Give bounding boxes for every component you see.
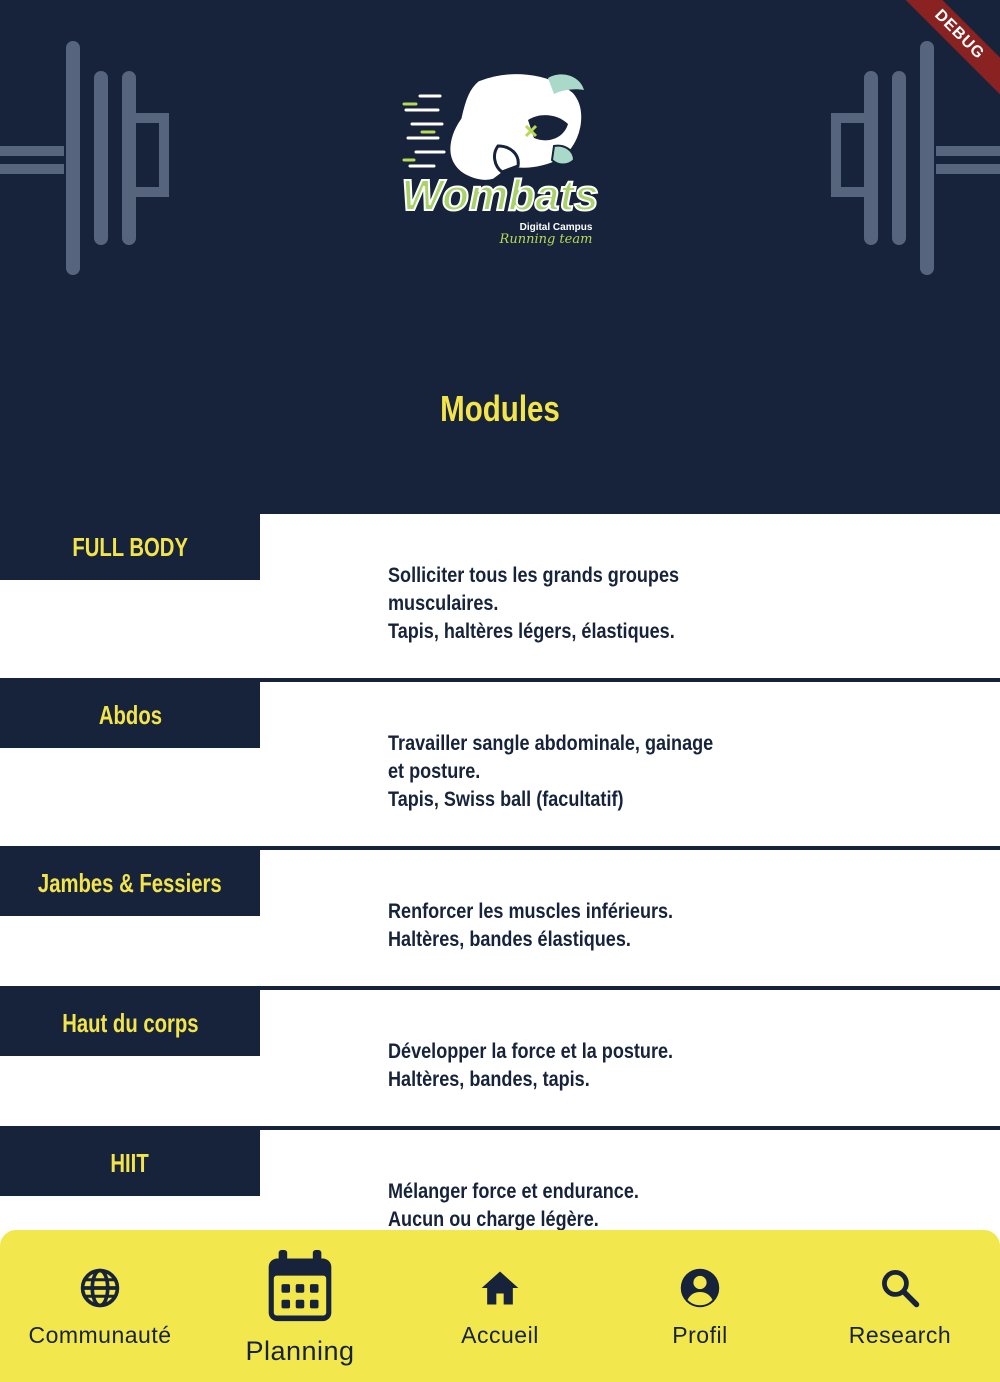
calendar-icon xyxy=(268,1250,332,1322)
bottom-navigation-bar: Communauté Planning Accueil Profil Resea… xyxy=(0,1230,1000,1382)
account-circle-icon xyxy=(680,1268,720,1308)
nav-item-planning[interactable]: Planning xyxy=(200,1230,400,1382)
description-line: Travailler sangle abdominale, gainage xyxy=(388,732,714,755)
wombats-logo: Wombats Digital Campus Running team xyxy=(398,60,604,250)
description-line: Haltères, bandes élastiques. xyxy=(388,928,631,951)
module-card-abdos[interactable]: Abdos Travailler sangle abdominale, gain… xyxy=(0,682,1000,850)
module-description: Solliciter tous les grands groupes muscu… xyxy=(388,562,698,646)
description-line: Tapis, Swiss ball (facultatif) xyxy=(388,788,624,811)
module-tag: Jambes & Fessiers xyxy=(0,850,260,916)
description-line: et posture. xyxy=(388,760,481,783)
description-line: Renforcer les muscles inférieurs. xyxy=(388,900,674,923)
description-line: Mélanger force et endurance. xyxy=(388,1180,639,1203)
module-card-full-body[interactable]: FULL BODY Solliciter tous les grands gro… xyxy=(0,514,1000,682)
home-icon xyxy=(481,1271,519,1305)
nav-item-accueil[interactable]: Accueil xyxy=(400,1230,600,1382)
dumbbell-left-icon xyxy=(0,41,169,275)
description-line: musculaires. xyxy=(388,592,499,615)
module-description: Mélanger force et endurance. Aucun ou ch… xyxy=(388,1178,698,1234)
nav-item-research[interactable]: Research xyxy=(800,1230,1000,1382)
nav-label: Profil xyxy=(672,1322,728,1348)
module-description: Développer la force et la posture. Haltè… xyxy=(388,1038,698,1094)
module-card-jambes-fessiers[interactable]: Jambes & Fessiers Renforcer les muscles … xyxy=(0,850,1000,990)
module-name: Jambes & Fessiers xyxy=(38,867,222,898)
module-description: Travailler sangle abdominale, gainage et… xyxy=(388,730,714,814)
nav-item-profil[interactable]: Profil xyxy=(600,1230,800,1382)
nav-item-communaute[interactable]: Communauté xyxy=(0,1230,200,1382)
description-line: Tapis, haltères légers, élastiques. xyxy=(388,620,675,643)
nav-label: Accueil xyxy=(461,1322,539,1348)
module-tag: FULL BODY xyxy=(0,514,260,580)
search-icon xyxy=(882,1270,920,1308)
module-tag: HIIT xyxy=(0,1130,260,1196)
nav-label: Planning xyxy=(245,1336,355,1366)
svg-text:Wombats: Wombats xyxy=(401,171,598,220)
svg-text:Running team: Running team xyxy=(499,232,593,247)
globe-icon xyxy=(80,1268,120,1308)
page-title: Modules xyxy=(440,388,560,429)
module-card-haut-du-corps[interactable]: Haut du corps Développer la force et la … xyxy=(0,990,1000,1130)
module-name: HIIT xyxy=(110,1147,150,1178)
description-line: Solliciter tous les grands groupes xyxy=(388,564,680,587)
module-name: Abdos xyxy=(98,699,162,730)
dumbbell-right-icon xyxy=(831,41,1000,275)
module-description: Renforcer les muscles inférieurs. Haltèr… xyxy=(388,898,698,954)
nav-label: Communauté xyxy=(28,1322,172,1348)
description-line: Développer la force et la posture. xyxy=(388,1040,674,1063)
module-tag: Haut du corps xyxy=(0,990,260,1056)
nav-label: Research xyxy=(848,1322,952,1348)
wombat-mascot-icon: Wombats Digital Campus Running team xyxy=(400,71,600,247)
module-name: Haut du corps xyxy=(61,1007,199,1038)
header: Wombats Digital Campus Running team DEBU… xyxy=(0,0,1000,514)
module-tag: Abdos xyxy=(0,682,260,748)
module-name: FULL BODY xyxy=(72,531,188,562)
description-line: Haltères, bandes, tapis. xyxy=(388,1068,590,1091)
